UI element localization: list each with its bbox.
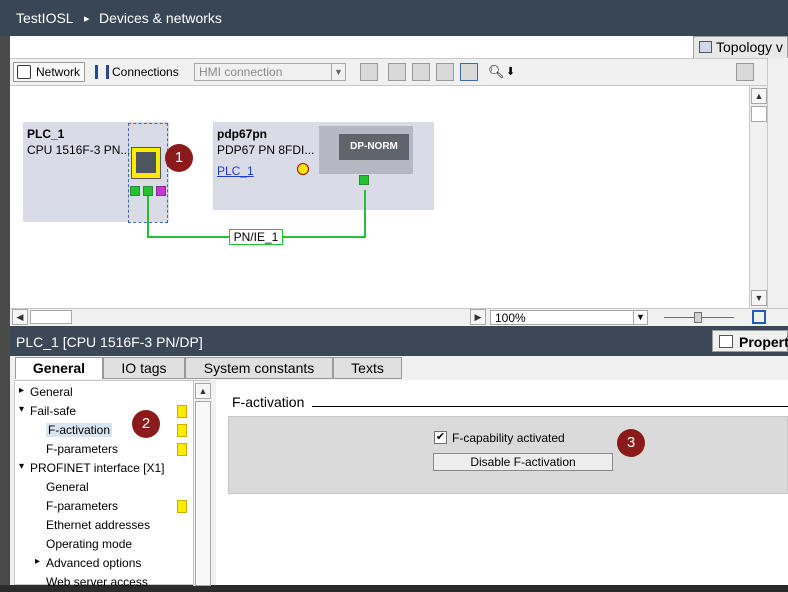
scroll-up-icon[interactable]: ▲ [195, 383, 211, 399]
chevron-down-icon[interactable]: ▼ [633, 311, 647, 324]
nav-item[interactable]: F-parameters [15, 440, 193, 459]
zoom-value: 100% [495, 311, 526, 325]
connections-label: Connections [112, 65, 179, 79]
nav-item-label: General [30, 385, 73, 399]
address-icon[interactable] [388, 63, 406, 81]
connections-button[interactable]: Connections [92, 62, 188, 82]
nav-item-label: PROFINET interface [X1] [30, 461, 165, 475]
vertical-scrollbar[interactable]: ▲ ▼ [749, 86, 767, 308]
breadcrumb-separator: ▸ [84, 13, 90, 25]
nav-item[interactable]: F-parameters [15, 497, 193, 516]
callout-badge-1: 1 [165, 144, 193, 172]
properties-title: PLC_1 [CPU 1516F-3 PN/DP] [16, 334, 203, 350]
nav-item[interactable]: Ethernet addresses [15, 516, 193, 535]
download-arrow-icon[interactable]: ⬇ [506, 65, 515, 78]
section-divider [312, 406, 788, 407]
nav-item-label: General [46, 480, 89, 494]
module-icon[interactable] [412, 63, 430, 81]
nav-item-label: Operating mode [46, 537, 133, 551]
scroll-left-icon[interactable]: ◀ [12, 309, 28, 325]
overview-icon[interactable] [752, 310, 766, 324]
chevron-down-icon[interactable]: ▾ [19, 461, 24, 472]
properties-nav-tree: ▸ General ▾ Fail-safe F-activation F-paramete… [14, 380, 211, 589]
name-tag-icon[interactable] [360, 63, 378, 81]
properties-panel: PLC_1 [CPU 1516F-3 PN/DP] Properti Gener… [10, 326, 788, 589]
f-capability-label: F-capability activated [452, 431, 565, 445]
nav-item[interactable]: ▸ Advanced options [15, 554, 193, 573]
tab-io-tags[interactable]: IO tags [103, 357, 185, 379]
tab-topology-label: Topology v [716, 39, 783, 55]
nav-scroll-thumb[interactable] [195, 401, 211, 586]
fail-safe-marker-icon [177, 424, 187, 437]
tab-general[interactable]: General [15, 357, 103, 379]
nav-item[interactable]: Operating mode [15, 535, 193, 554]
properties-content: F-activation ✔ F-capability activated Di… [216, 380, 788, 585]
properties-icon [719, 335, 733, 348]
scroll-thumb[interactable] [751, 106, 767, 122]
tab-texts[interactable]: Texts [333, 357, 402, 379]
zoom-select[interactable]: 100% ▼ [490, 310, 648, 325]
tab-system-constants[interactable]: System constants [185, 357, 333, 379]
nav-item-label: F-parameters [46, 499, 119, 513]
disable-f-activation-button[interactable]: Disable F-activation [433, 453, 613, 471]
section-title: F-activation [232, 394, 305, 410]
horizontal-scrollbar[interactable]: ◀ ▶ 100% ▼ [10, 308, 788, 326]
nav-item[interactable]: ▾ Fail-safe [15, 402, 193, 421]
nav-scrollbar[interactable]: ▲ [193, 381, 211, 586]
network-button[interactable]: Network [13, 62, 85, 82]
network-icon [17, 65, 31, 79]
title-bar: TestIOSL ▸ Devices & networks [0, 0, 788, 36]
nav-item-label: F-activation [46, 423, 113, 437]
nav-item[interactable]: Web server access [15, 573, 193, 592]
connection-type-value: HMI connection [199, 65, 283, 79]
network-editor: Topology v Network Connections HMI conne… [10, 36, 788, 326]
hscroll-thumb[interactable] [30, 310, 72, 324]
zoom-slider-handle[interactable] [694, 312, 702, 323]
connections-icon [95, 65, 109, 79]
callout-badge-2: 2 [132, 410, 160, 438]
callout-badge-3: 3 [617, 429, 645, 457]
properties-tab[interactable]: Properti [712, 330, 788, 352]
zoom-icon[interactable]: 🔍︎ [488, 64, 505, 80]
grid-icon[interactable] [436, 63, 454, 81]
fail-safe-marker-icon [177, 405, 187, 418]
network-label[interactable]: PN/IE_1 [229, 229, 283, 245]
nav-item[interactable]: General [15, 478, 193, 497]
breadcrumb-page: Devices & networks [99, 10, 222, 26]
f-activation-box: ✔ F-capability activated Disable F-activ… [228, 416, 788, 494]
fail-safe-marker-icon [177, 443, 187, 456]
properties-tab-label: Properti [739, 334, 788, 350]
f-capability-checkbox[interactable]: ✔ [434, 431, 447, 444]
nav-item-label: F-parameters [46, 442, 119, 456]
scroll-up-icon[interactable]: ▲ [751, 88, 767, 104]
breadcrumb-project[interactable]: TestIOSL [16, 10, 74, 26]
scroll-down-icon[interactable]: ▼ [751, 290, 767, 306]
nav-item[interactable]: ▾ PROFINET interface [X1] [15, 459, 193, 478]
left-strip [0, 36, 10, 585]
network-canvas[interactable]: PLC_1 CPU 1516F-3 PN... pdp67pn PDP67 PN… [10, 86, 747, 308]
right-side-panel [767, 58, 788, 308]
tab-topology-view[interactable]: Topology v [693, 36, 788, 58]
screenshot-icon[interactable] [736, 63, 754, 81]
network-label: Network [36, 65, 81, 79]
scroll-right-icon[interactable]: ▶ [470, 309, 486, 325]
nav-item-label: Fail-safe [30, 404, 77, 418]
nav-item[interactable]: F-activation [15, 421, 193, 440]
table-view-icon[interactable] [460, 63, 478, 81]
chevron-down-icon[interactable]: ▾ [19, 404, 24, 415]
nav-item-label: Ethernet addresses [46, 518, 151, 532]
nav-item[interactable]: ▸ General [15, 383, 193, 402]
topology-icon [699, 41, 712, 53]
editor-toolbar: Network Connections HMI connection ▼ 🔍︎ … [10, 58, 788, 86]
chevron-right-icon[interactable]: ▸ [35, 556, 40, 567]
properties-title-bar: PLC_1 [CPU 1516F-3 PN/DP] [10, 326, 788, 356]
fail-safe-marker-icon [177, 500, 187, 513]
nav-item-label: Advanced options [46, 556, 142, 570]
chevron-right-icon[interactable]: ▸ [19, 385, 24, 396]
network-lines [147, 190, 366, 238]
chevron-down-icon[interactable]: ▼ [331, 64, 345, 80]
nav-item-label: Web server access [46, 575, 148, 589]
connection-type-select[interactable]: HMI connection ▼ [194, 63, 346, 81]
